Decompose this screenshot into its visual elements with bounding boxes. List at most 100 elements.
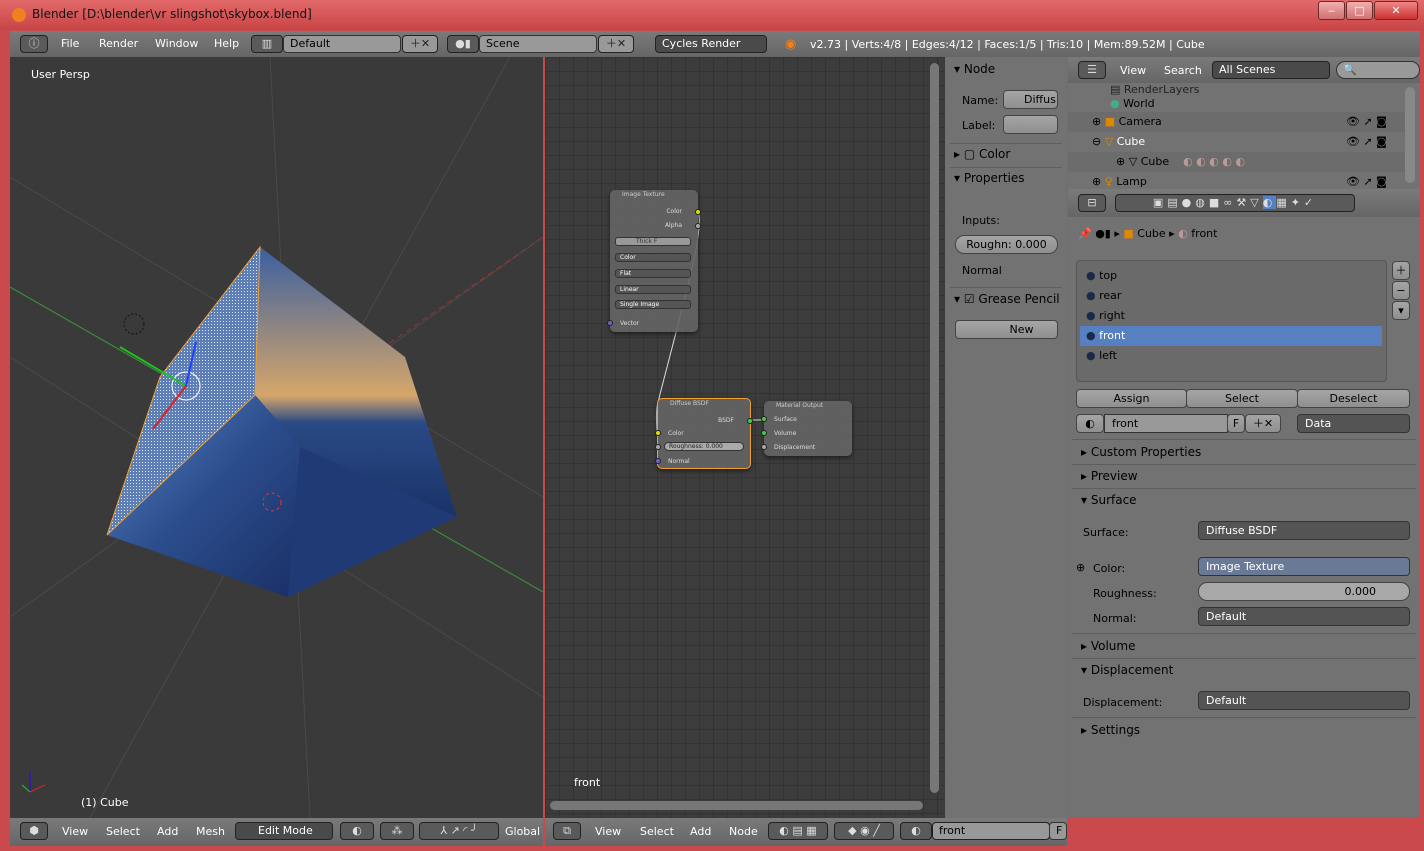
new-unlink-buttons[interactable]: ＋✕ [1245,414,1281,433]
roughness-slider[interactable]: 0.000 [1198,582,1410,601]
material-name-field[interactable]: front [1104,414,1228,433]
context-tabs[interactable]: ▣▤●◍■∞⚒▽◐▦✦✓ [1115,194,1355,212]
menu-add[interactable]: Add [157,825,178,838]
viewport-canvas[interactable] [10,57,543,818]
grease-pencil-new-button[interactable]: New [955,320,1058,339]
color-input-dropdown[interactable]: Image Texture [1198,557,1410,576]
scene-icon[interactable]: ●▮ [447,35,479,53]
outliner-item-lamp[interactable]: ⊕ ♀ Lamp 👁 ➚ ◙ [1068,172,1408,189]
menu-view[interactable]: View [595,825,621,838]
material-slot[interactable]: ● right [1080,306,1382,326]
material-slot[interactable]: ● top [1080,266,1382,286]
layout-icon[interactable]: ▥ [251,35,283,53]
image-selector[interactable]: Thick F [615,237,691,246]
display-mode-dropdown[interactable]: All Scenes [1212,61,1330,79]
socket-surface[interactable] [761,416,767,422]
panel-properties-header[interactable]: ▾ Properties [954,171,1025,185]
search-input[interactable]: 🔍 [1336,61,1420,79]
vertical-scrollbar[interactable] [930,63,939,793]
socket-alpha[interactable] [695,223,701,229]
editor-type-info-icon[interactable]: ⓘ [20,35,48,53]
material-slot[interactable]: ● left [1080,346,1382,366]
visibility-icons[interactable]: 👁 ➚ ◙ [1346,112,1387,132]
material-slot[interactable]: ● front [1080,326,1382,346]
image-texture-node[interactable]: Image Texture Color Alpha Thick F Color … [607,190,701,332]
deselect-button[interactable]: Deselect [1297,389,1410,408]
socket-displacement[interactable] [761,444,767,450]
menu-add[interactable]: Add [690,825,711,838]
panel-grease-pencil-header[interactable]: ▾ ☑ Grease Pencil [954,292,1060,306]
outliner-item-world[interactable]: ● World [1068,95,1408,112]
shader-type-buttons[interactable]: ◐ ▤ ▦ [768,822,828,840]
material-output-node[interactable]: Material Output Surface Volume Displacem… [761,401,852,456]
roughness-field[interactable]: Roughness: 0.000 [664,442,744,451]
minimize-button[interactable]: ‒ [1318,1,1345,20]
socket-roughness[interactable] [655,444,661,450]
socket-color[interactable] [655,430,661,436]
visibility-icons[interactable]: 👁 ➚ ◙ [1346,172,1387,189]
select-button[interactable]: Select [1186,389,1298,408]
lamp-icon[interactable] [123,313,145,335]
expand-color-icon[interactable]: ⊕ [1076,561,1085,574]
menu-view[interactable]: View [62,825,88,838]
editor-type-outliner-icon[interactable]: ☰ [1078,61,1106,79]
displacement-dropdown[interactable]: Default [1198,691,1410,710]
outliner-item-cube[interactable]: ⊖ ▽ Cube 👁 ➚ ◙ [1068,132,1408,152]
socket-vector[interactable] [607,320,613,326]
close-button[interactable]: ✕ [1374,1,1418,20]
fake-user-button[interactable]: F [1049,822,1067,840]
horizontal-scrollbar[interactable] [550,801,923,810]
add-slot-button[interactable]: ＋ [1392,261,1410,280]
layout-add-remove-buttons[interactable]: ＋✕ [402,35,438,53]
source-dropdown[interactable]: Single Image [615,300,691,309]
layout-field[interactable]: Default [283,35,401,53]
menu-select[interactable]: Select [106,825,140,838]
remove-slot-button[interactable]: − [1392,281,1410,300]
menu-node[interactable]: Node [729,825,758,838]
pivot-dropdown[interactable]: ⁂ [380,822,414,840]
shader-object-buttons[interactable]: ◆ ◉ ╱ [834,822,894,840]
menu-help[interactable]: Help [214,37,239,50]
menu-mesh[interactable]: Mesh [196,825,225,838]
manipulator-buttons[interactable]: ⅄ ↗ ◜ ╯ [419,822,499,840]
shading-dropdown[interactable]: ◐ [340,822,374,840]
diffuse-bsdf-node[interactable]: Diffuse BSDF BSDF Color Roughness: 0.000… [655,398,753,469]
panel-volume[interactable]: ▸ Volume [1081,639,1135,653]
scene-field[interactable]: Scene [479,35,597,53]
material-browse-icon[interactable]: ◐ [1076,414,1104,433]
material-name-field[interactable]: front [932,822,1050,840]
menu-search[interactable]: Search [1164,64,1202,77]
material-slot[interactable]: ● rear [1080,286,1382,306]
panel-custom-properties[interactable]: ▸ Custom Properties [1081,445,1201,459]
scene-add-remove-buttons[interactable]: ＋✕ [598,35,634,53]
panel-color-header[interactable]: ▸ ▢ Color [954,147,1010,161]
visibility-icons[interactable]: 👁 ➚ ◙ [1346,132,1387,152]
surface-shader-dropdown[interactable]: Diffuse BSDF [1198,521,1410,540]
menu-select[interactable]: Select [640,825,674,838]
maximize-button[interactable]: □ [1346,1,1373,20]
panel-surface[interactable]: ▾ Surface [1081,493,1137,507]
assign-button[interactable]: Assign [1076,389,1187,408]
interpolation-dropdown[interactable]: Linear [615,285,691,294]
orientation-dropdown[interactable]: Global [505,825,540,838]
node-editor[interactable]: Image Texture Color Alpha Thick F Color … [545,57,945,818]
node-label-field[interactable] [1003,115,1058,134]
outliner-item-camera[interactable]: ⊕ ■ Camera 👁 ➚ ◙ [1068,112,1408,132]
editor-type-properties-icon[interactable]: ⊟ [1078,194,1106,212]
panel-settings[interactable]: ▸ Settings [1081,723,1140,737]
panel-node-header[interactable]: ▾ Node [954,62,995,76]
material-icons[interactable]: ◐ ◐ ◐ ◐ ◐ [1183,155,1245,168]
panel-preview[interactable]: ▸ Preview [1081,469,1138,483]
color-space-dropdown[interactable]: Color [615,253,691,262]
outliner-item-cube-mesh[interactable]: ⊕ ▽ Cube ◐ ◐ ◐ ◐ ◐ [1068,152,1408,172]
normal-dropdown[interactable]: Default [1198,607,1410,626]
menu-file[interactable]: File [61,37,79,50]
panel-displacement[interactable]: ▾ Displacement [1081,663,1173,677]
image-fake-user[interactable]: F [654,238,657,245]
mode-dropdown[interactable]: Edit Mode [235,822,333,840]
socket-color[interactable] [695,209,701,215]
projection-dropdown[interactable]: Flat [615,269,691,278]
socket-normal[interactable] [655,458,661,464]
render-engine-dropdown[interactable]: Cycles Render [655,35,767,53]
socket-volume[interactable] [761,430,767,436]
